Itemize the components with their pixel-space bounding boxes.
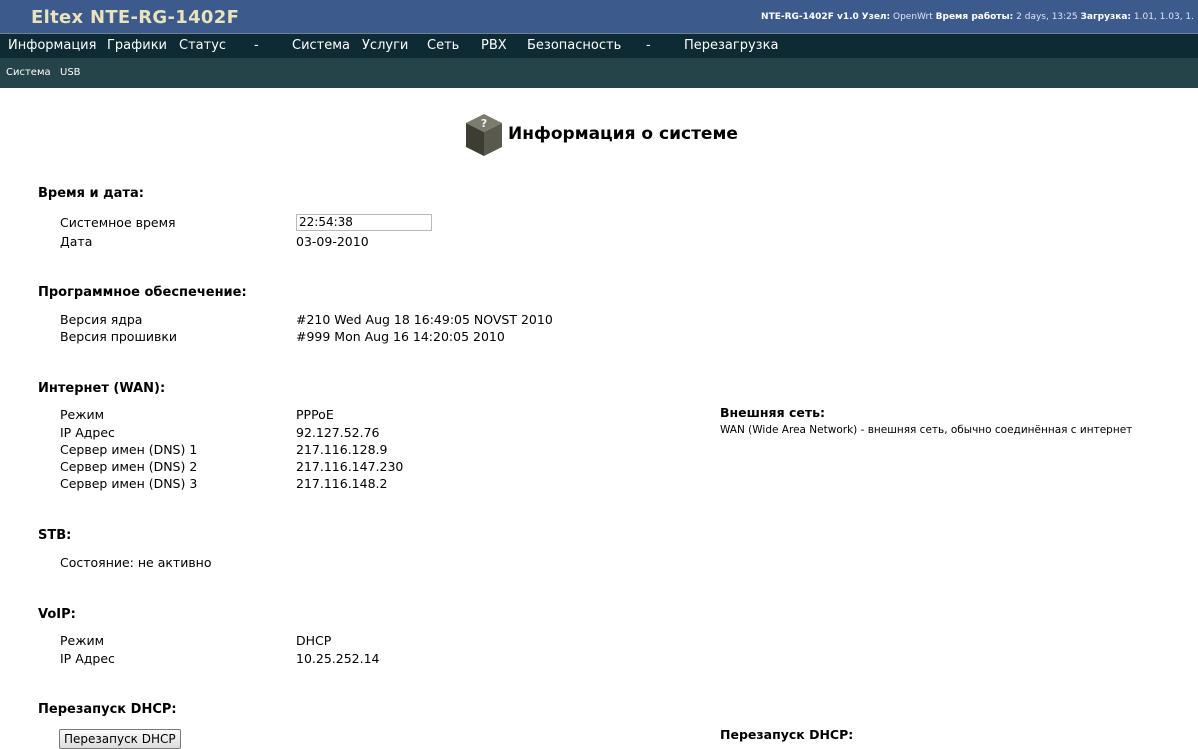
brand-title: Eltex NTE-RG-1402F — [31, 7, 240, 28]
menu-item-network[interactable]: Сеть — [427, 38, 459, 53]
section-heading-voip: VoIP: — [38, 607, 76, 622]
date-value: 03-09-2010 — [296, 234, 369, 249]
submenu-item-system[interactable]: Система — [6, 67, 51, 78]
svg-text:?: ? — [481, 117, 487, 130]
uptime-value: 2 days, 13:25 — [1016, 12, 1078, 22]
menu-item-system[interactable]: Система — [292, 38, 350, 53]
wan-ip-label: IP Адрес — [60, 425, 115, 440]
help-dhcp-title: Перезапуск DHCP: — [720, 727, 854, 742]
device-model: NTE-RG-1402F v1.0 — [761, 12, 859, 22]
menu-item-security[interactable]: Безопасность — [527, 38, 621, 53]
menu-item-graphs[interactable]: Графики — [107, 38, 167, 53]
wan-mode-value: PPPoE — [296, 407, 334, 422]
status-line: NTE-RG-1402F v1.0 Узел: OpenWrt Время ра… — [761, 12, 1194, 22]
firmware-version-label: Версия прошивки — [60, 329, 178, 344]
menu-item-status[interactable]: Статус — [179, 38, 226, 53]
stb-state: Состояние: не активно — [60, 555, 212, 570]
system-time-field[interactable] — [296, 214, 432, 231]
main-menu: Информация Графики Статус - Система Услу… — [0, 33, 1198, 58]
date-label: Дата — [60, 234, 93, 249]
menu-item-pbx[interactable]: PBX — [481, 38, 507, 53]
menu-separator: - — [646, 38, 651, 53]
node-value: OpenWrt — [893, 12, 933, 22]
section-heading-time: Время и дата: — [38, 186, 144, 201]
section-heading-wan: Интернет (WAN): — [38, 381, 166, 396]
node-label: Узел: — [861, 12, 891, 22]
voip-ip-value: 10.25.252.14 — [296, 651, 380, 666]
wan-mode-label: Режим — [60, 407, 105, 422]
submenu-item-usb[interactable]: USB — [60, 67, 81, 78]
restart-dhcp-button[interactable]: Перезапуск DHCP — [59, 729, 181, 749]
uptime-label: Время работы: — [935, 12, 1014, 22]
wan-ip-value: 92.127.52.76 — [296, 425, 380, 440]
voip-mode-value: DHCP — [296, 633, 332, 648]
help-wan-text: WAN (Wide Area Network) - внешняя сеть, … — [720, 424, 1133, 436]
kernel-version-label: Версия ядра — [60, 312, 143, 327]
load-value: 1.01, 1.03, 1. — [1133, 12, 1194, 22]
section-heading-software: Программное обеспечение: — [38, 285, 247, 300]
help-cube-icon: ? — [466, 114, 502, 156]
sub-menu: Система USB — [0, 58, 1198, 88]
section-heading-stb: STB: — [38, 528, 72, 543]
kernel-version-value: #210 Wed Aug 18 16:49:05 NOVST 2010 — [296, 312, 553, 327]
menu-item-services[interactable]: Услуги — [362, 38, 408, 53]
load-label: Загрузка: — [1080, 12, 1132, 22]
section-heading-dhcp: Перезапуск DHCP: — [38, 702, 177, 717]
wan-dns3-value: 217.116.148.2 — [296, 476, 388, 491]
system-time-label: Системное время — [60, 215, 176, 230]
menu-item-reboot[interactable]: Перезагрузка — [684, 38, 778, 53]
wan-dns1-value: 217.116.128.9 — [296, 442, 388, 457]
page-title: Информация о системе — [508, 124, 738, 144]
firmware-version-value: #999 Mon Aug 16 14:20:05 2010 — [296, 329, 505, 344]
wan-dns3-label: Сервер имен (DNS) 3 — [60, 476, 198, 491]
menu-separator: - — [254, 38, 259, 53]
wan-dns2-value: 217.116.147.230 — [296, 459, 404, 474]
voip-mode-label: Режим — [60, 633, 105, 648]
wan-dns1-label: Сервер имен (DNS) 1 — [60, 442, 198, 457]
menu-item-info[interactable]: Информация — [8, 38, 96, 53]
help-wan-title: Внешняя сеть: — [720, 405, 825, 420]
top-header-bar: Eltex NTE-RG-1402F NTE-RG-1402F v1.0 Узе… — [0, 0, 1198, 33]
voip-ip-label: IP Адрес — [60, 651, 115, 666]
wan-dns2-label: Сервер имен (DNS) 2 — [60, 459, 198, 474]
